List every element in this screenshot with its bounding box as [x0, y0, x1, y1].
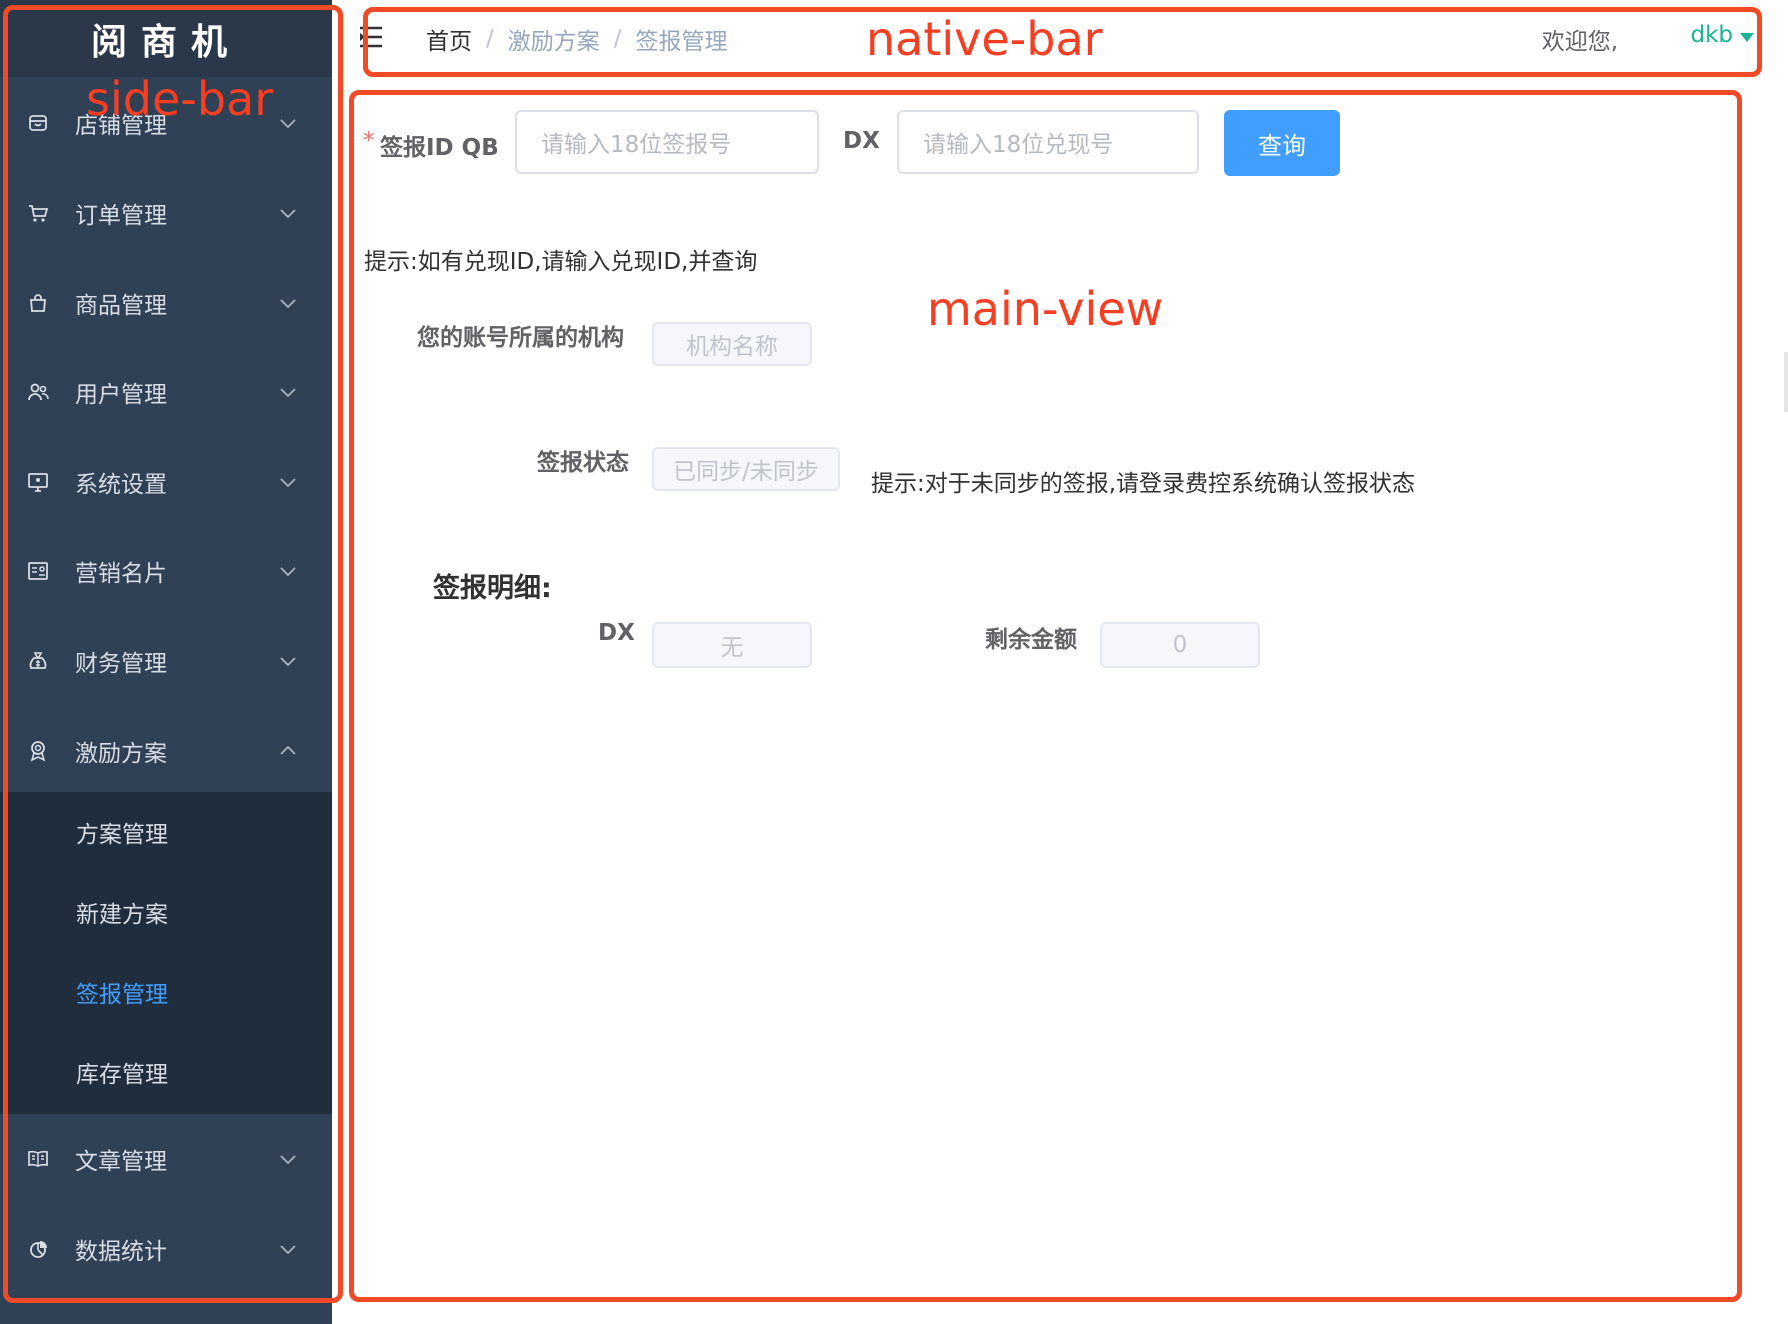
main-view-annotation-box — [349, 90, 1742, 1302]
side-bar-annotation-label: side-bar — [86, 72, 274, 126]
scrollbar[interactable] — [1784, 352, 1788, 412]
main-view-annotation-label: main-view — [927, 282, 1164, 336]
native-bar-annotation-label: native-bar — [866, 12, 1103, 66]
side-bar-annotation-box — [3, 5, 343, 1303]
